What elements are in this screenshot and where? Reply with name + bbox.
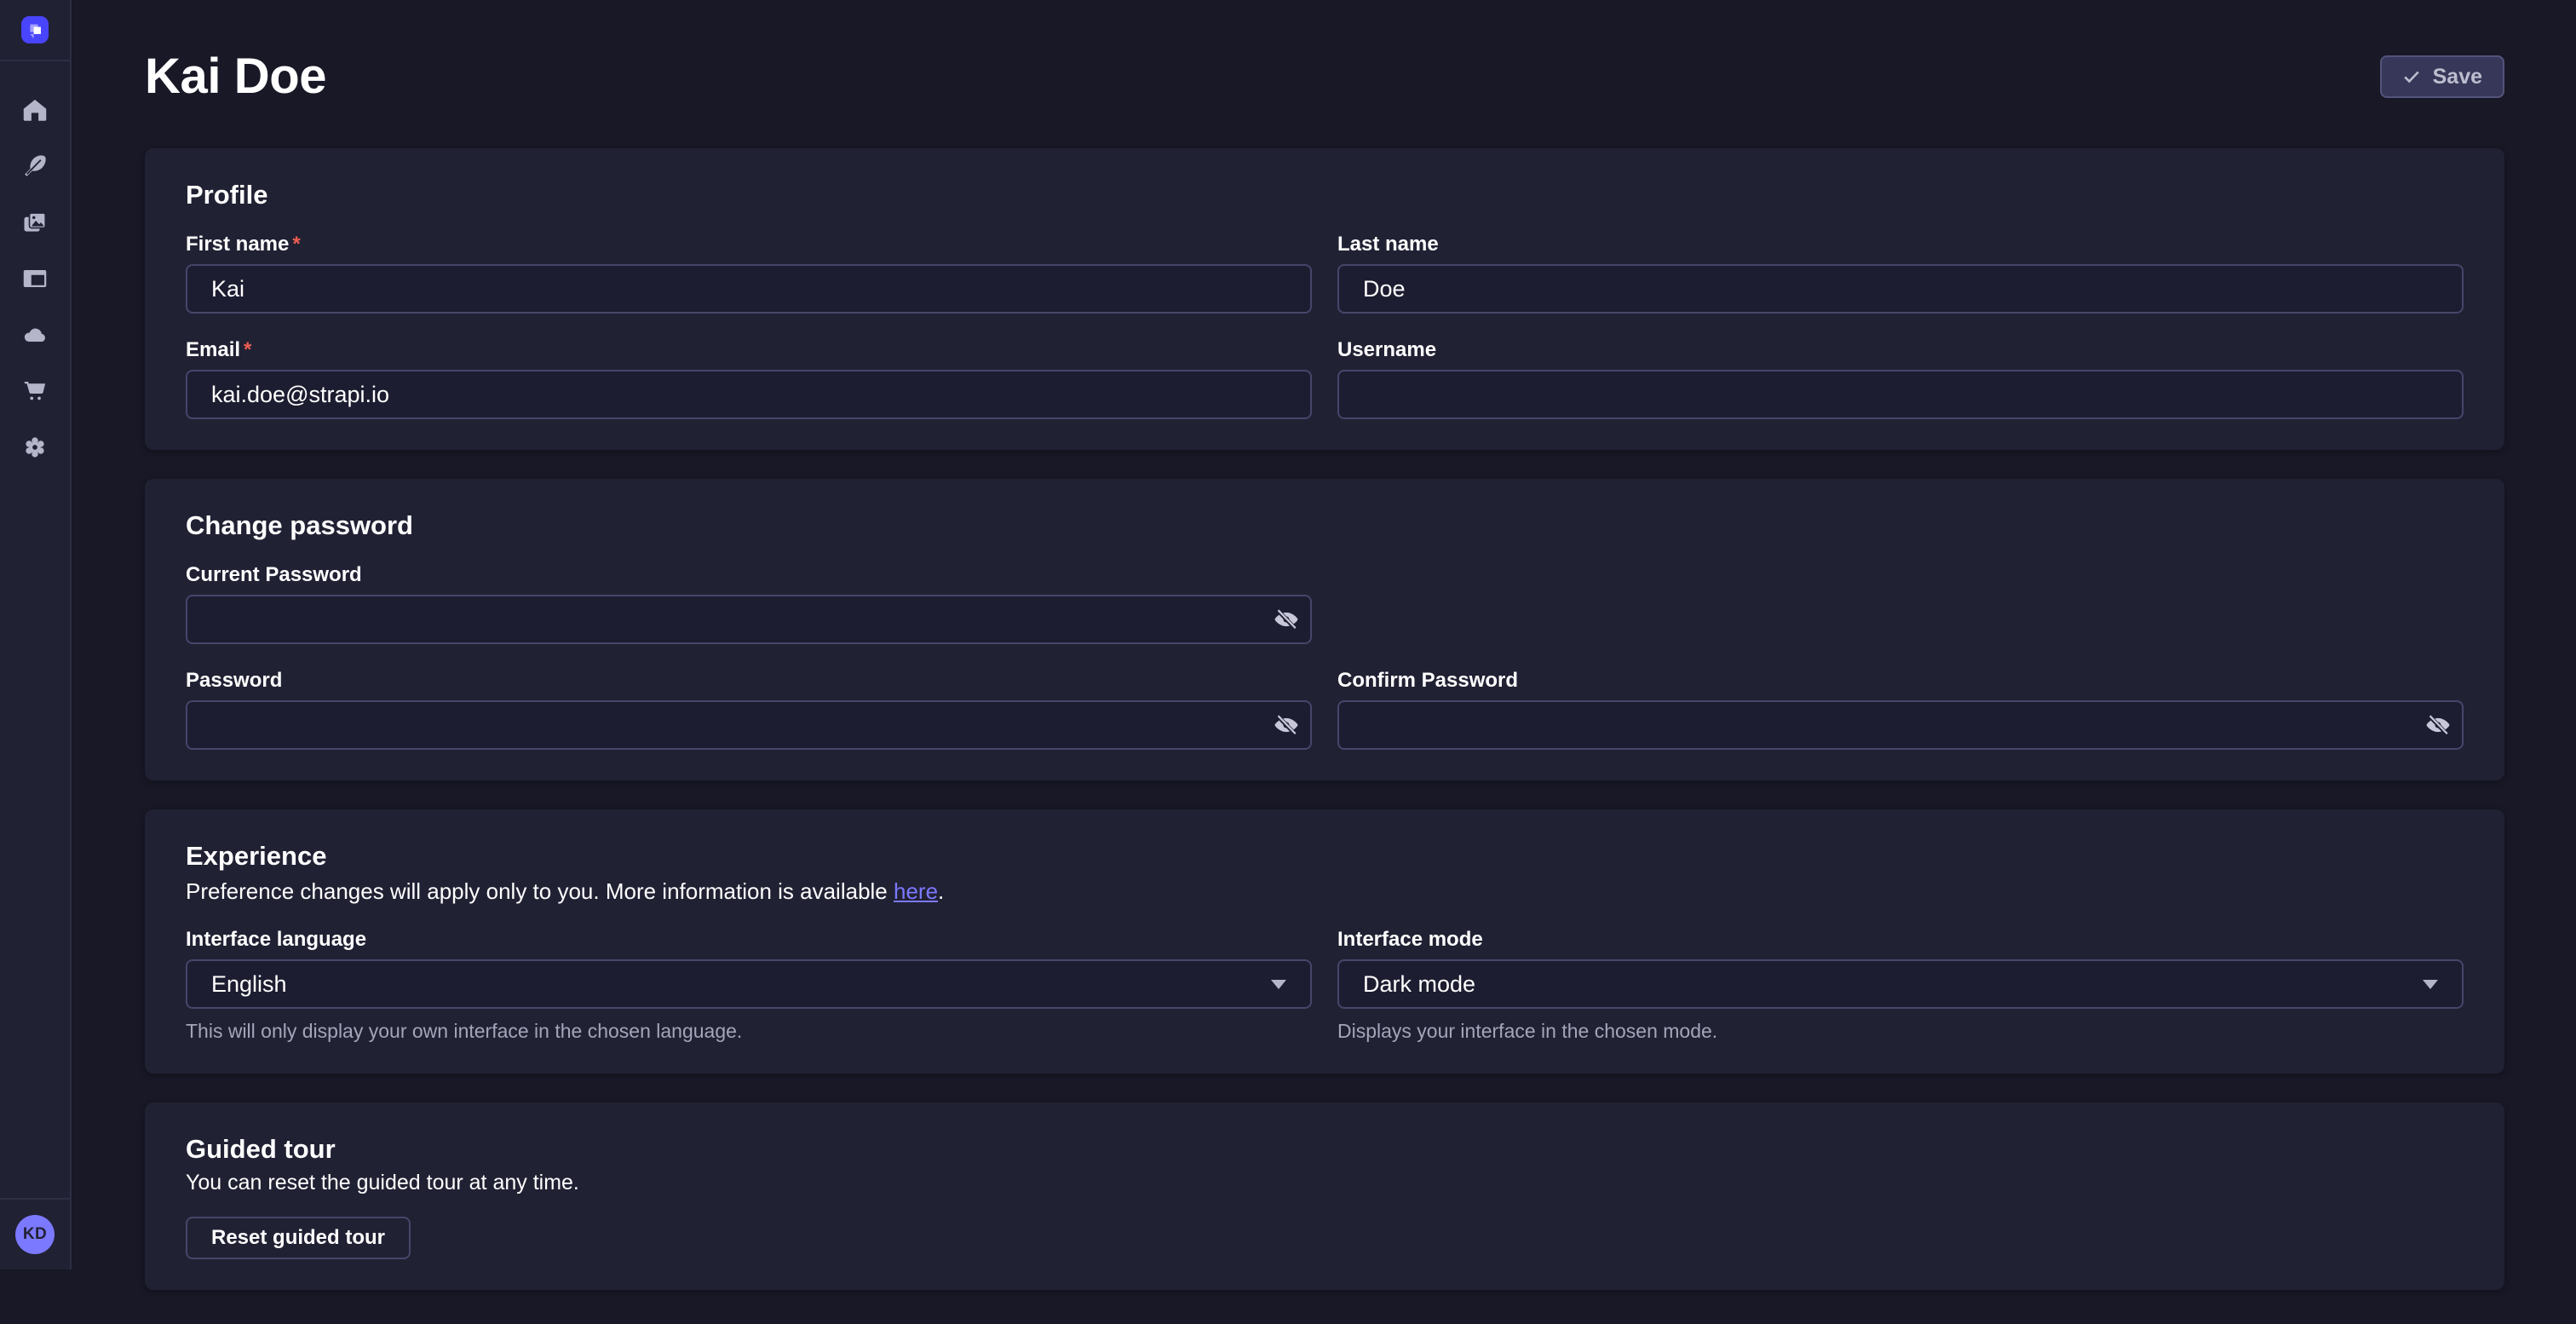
confirm-password-input[interactable] — [1337, 700, 2464, 750]
first-name-label: First name* — [186, 232, 1312, 257]
required-marker: * — [292, 233, 300, 256]
sidebar-footer: KD — [0, 1198, 70, 1269]
strapi-admin-app: KD Kai Doe Save Profile First name* — [0, 0, 2576, 1269]
interface-mode-select[interactable]: Dark mode — [1337, 959, 2464, 1009]
home-icon — [22, 97, 48, 123]
change-password-card-title: Change password — [186, 509, 2464, 542]
interface-language-select[interactable]: English — [186, 959, 1312, 1009]
email-label: Email* — [186, 337, 1312, 363]
chevron-down-icon — [2423, 980, 2438, 989]
experience-description: Preference changes will apply only to yo… — [186, 876, 2464, 907]
strapi-logo-icon — [21, 16, 49, 43]
toggle-password-visibility-button[interactable] — [1266, 705, 1307, 745]
guided-tour-card-title: Guided tour — [186, 1133, 2464, 1166]
strapi-logo[interactable] — [21, 16, 49, 43]
content-manager-layout-icon — [22, 266, 48, 291]
sidebar-item-media-library[interactable] — [21, 210, 49, 235]
sidebar-item-content-manager[interactable] — [21, 266, 49, 291]
toggle-password-visibility-button[interactable] — [1266, 599, 1307, 640]
confirm-password-field: Confirm Password — [1337, 668, 2464, 750]
interface-language-label: Interface language — [186, 927, 1312, 953]
sidebar-item-cloud[interactable] — [21, 322, 49, 348]
sidebar-nav — [0, 61, 70, 460]
last-name-input[interactable] — [1337, 264, 2464, 314]
new-password-field: Password — [186, 668, 1312, 750]
save-button-label: Save — [2433, 65, 2482, 89]
media-library-icon — [22, 210, 48, 235]
current-password-input[interactable] — [186, 595, 1312, 644]
more-information-link[interactable]: here — [894, 878, 938, 904]
main-content: Kai Doe Save Profile First name* — [72, 0, 2576, 1269]
interface-language-value: English — [211, 971, 287, 998]
guided-tour-card: Guided tour You can reset the guided tou… — [145, 1102, 2504, 1290]
username-field: Username — [1337, 337, 2464, 419]
sidebar-item-settings[interactable] — [21, 435, 49, 460]
guided-tour-description: You can reset the guided tour at any tim… — [186, 1169, 2464, 1196]
required-marker: * — [244, 338, 251, 361]
profile-card-title: Profile — [186, 179, 2464, 211]
interface-language-field: Interface language English This will onl… — [186, 927, 1312, 1043]
save-button[interactable]: Save — [2380, 55, 2504, 98]
page-header: Kai Doe Save — [72, 0, 2576, 106]
username-label: Username — [1337, 337, 2464, 363]
sidebar-item-marketplace[interactable] — [21, 378, 49, 404]
sidebar: KD — [0, 0, 72, 1269]
interface-mode-value: Dark mode — [1363, 971, 1475, 998]
cards-stack: Profile First name* Last name — [72, 106, 2576, 1324]
page-title: Kai Doe — [145, 48, 326, 106]
new-password-input[interactable] — [186, 700, 1312, 750]
toggle-password-visibility-button[interactable] — [2418, 705, 2458, 745]
last-name-label: Last name — [1337, 232, 2464, 257]
interface-language-hint: This will only display your own interfac… — [186, 1019, 1312, 1043]
sidebar-header — [0, 0, 70, 61]
interface-mode-hint: Displays your interface in the chosen mo… — [1337, 1019, 2464, 1043]
grid-spacer — [1337, 562, 2464, 644]
current-password-label: Current Password — [186, 562, 1312, 588]
email-input[interactable] — [186, 370, 1312, 419]
feather-icon — [22, 153, 48, 179]
sidebar-item-home[interactable] — [21, 97, 49, 123]
interface-mode-field: Interface mode Dark mode Displays your i… — [1337, 927, 2464, 1043]
eye-slash-icon — [1273, 711, 1300, 739]
confirm-password-label: Confirm Password — [1337, 668, 2464, 694]
avatar[interactable]: KD — [15, 1215, 55, 1254]
current-password-field: Current Password — [186, 562, 1312, 644]
email-field: Email* — [186, 337, 1312, 419]
username-input[interactable] — [1337, 370, 2464, 419]
settings-gear-icon — [22, 435, 48, 460]
change-password-card: Change password Current Password — [145, 479, 2504, 780]
reset-guided-tour-button[interactable]: Reset guided tour — [186, 1217, 411, 1259]
cloud-icon — [22, 322, 48, 348]
profile-card: Profile First name* Last name — [145, 148, 2504, 450]
eye-slash-icon — [2424, 711, 2452, 739]
interface-mode-label: Interface mode — [1337, 927, 2464, 953]
chevron-down-icon — [1271, 980, 1286, 989]
first-name-field: First name* — [186, 232, 1312, 314]
eye-slash-icon — [1273, 606, 1300, 633]
check-icon — [2402, 67, 2421, 86]
marketplace-cart-icon — [22, 378, 48, 404]
new-password-label: Password — [186, 668, 1312, 694]
sidebar-item-content-type-builder[interactable] — [21, 153, 49, 179]
experience-card-title: Experience — [186, 840, 2464, 872]
experience-card: Experience Preference changes will apply… — [145, 809, 2504, 1074]
first-name-input[interactable] — [186, 264, 1312, 314]
last-name-field: Last name — [1337, 232, 2464, 314]
